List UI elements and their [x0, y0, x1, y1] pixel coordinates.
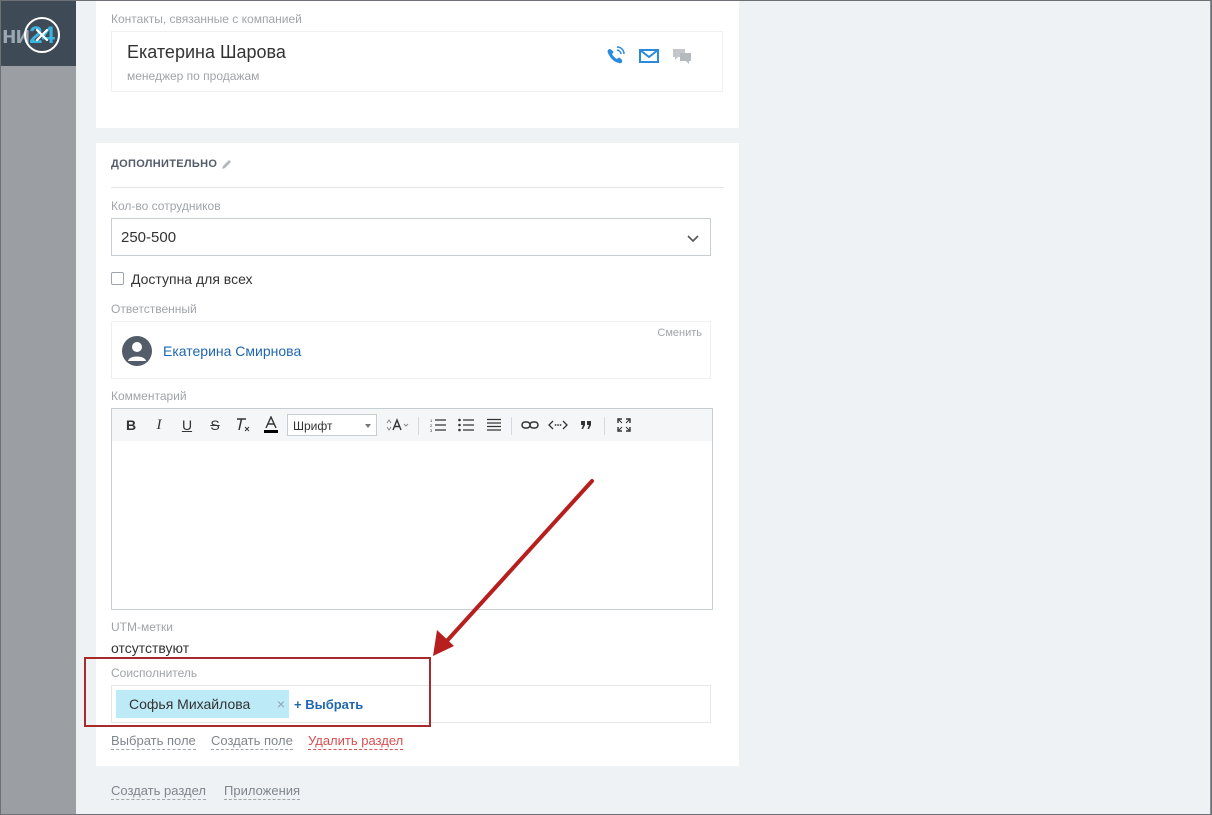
text-color-button[interactable] [260, 409, 282, 441]
link-button[interactable] [518, 409, 542, 441]
fullscreen-icon [617, 418, 631, 432]
comment-label: Комментарий [111, 389, 187, 403]
ordered-list-button[interactable]: 1 2 3 [426, 409, 450, 441]
clear-format-button[interactable] [232, 409, 254, 441]
comment-editor: B I U S Шрифт 1 2 3 [111, 408, 713, 610]
edit-pencil-icon[interactable] [221, 158, 233, 170]
change-responsible-link[interactable]: Сменить [657, 327, 702, 339]
contacts-header: Контакты, связанные с компанией [111, 12, 302, 26]
code-button[interactable] [546, 409, 570, 441]
user-icon [128, 342, 146, 361]
contact-role: менеджер по продажам [127, 69, 260, 83]
fullscreen-button[interactable] [612, 409, 636, 441]
phone-icon[interactable] [604, 46, 626, 66]
create-field-link[interactable]: Создать поле [211, 733, 293, 750]
quote-button[interactable] [574, 409, 598, 441]
quote-icon [581, 421, 591, 429]
strikethrough-button[interactable]: S [206, 409, 224, 441]
font-size-button[interactable] [384, 409, 412, 441]
responsible-label: Ответственный [111, 302, 197, 316]
create-section-link[interactable]: Создать раздел [111, 783, 206, 800]
comment-textarea[interactable] [112, 441, 712, 609]
remove-tag-icon[interactable]: × [277, 696, 285, 712]
responsible-box: Екатерина Смирнова Сменить [111, 321, 711, 379]
chat-icon[interactable] [671, 46, 693, 66]
additional-section: ДОПОЛНИТЕЛЬНО Кол-во сотрудников 250-500… [96, 143, 739, 766]
font-select[interactable]: Шрифт [287, 414, 377, 436]
align-button[interactable] [482, 409, 506, 441]
bullet-list-icon [458, 418, 474, 432]
section-title: ДОПОЛНИТЕЛЬНО [111, 158, 218, 170]
font-size-icon [386, 418, 409, 431]
employees-label: Кол-во сотрудников [111, 199, 221, 213]
avatar [122, 336, 152, 366]
editor-toolbar: B I U S Шрифт 1 2 3 [112, 409, 712, 441]
contact-card: Екатерина Шарова менеджер по продажам [111, 31, 723, 92]
font-select-value: Шрифт [293, 419, 333, 433]
employees-select[interactable]: 250-500 [111, 218, 711, 256]
responsible-name[interactable]: Екатерина Смирнова [163, 343, 301, 359]
available-label[interactable]: Доступна для всех [131, 271, 253, 287]
underline-button[interactable]: U [178, 409, 196, 441]
clear-format-icon [237, 418, 250, 432]
available-checkbox[interactable] [111, 272, 124, 285]
link-icon [521, 421, 539, 429]
coexecutor-label: Соисполнитель [111, 666, 198, 680]
align-justify-icon [487, 418, 501, 431]
font-select-arrow-icon [365, 424, 371, 428]
toolbar-separator [418, 417, 419, 435]
toolbar-separator [604, 417, 605, 435]
bold-button[interactable]: B [122, 409, 140, 441]
section-divider [111, 187, 724, 188]
delete-section-link[interactable]: Удалить раздел [308, 733, 404, 750]
text-color-icon [264, 416, 278, 433]
svg-text:3: 3 [430, 428, 433, 432]
applications-link[interactable]: Приложения [224, 783, 301, 800]
chevron-down-icon [687, 235, 699, 243]
choose-coexecutor-link[interactable]: + Выбрать [294, 697, 363, 712]
background-overlay [0, 0, 76, 815]
ordered-list-icon: 1 2 3 [430, 418, 446, 432]
employees-value: 250-500 [121, 229, 177, 246]
utm-label: UTM-метки [111, 620, 173, 634]
coexecutor-tag: Софья Михайлова × [116, 690, 289, 718]
italic-button[interactable]: I [150, 409, 168, 441]
toolbar-separator [511, 417, 512, 435]
coexecutor-tag-name: Софья Михайлова [129, 696, 251, 712]
code-icon [548, 420, 568, 430]
select-field-link[interactable]: Выбрать поле [111, 733, 196, 750]
contacts-section: Контакты, связанные с компанией Екатерин… [96, 0, 739, 128]
contact-name[interactable]: Екатерина Шарова [127, 42, 286, 63]
company-slider: Контакты, связанные с компанией Екатерин… [76, 0, 1210, 815]
close-icon [35, 28, 49, 42]
bullet-list-button[interactable] [454, 409, 478, 441]
close-button[interactable] [24, 17, 60, 53]
coexecutor-field: Софья Михайлова × + Выбрать [111, 685, 711, 723]
email-icon[interactable] [638, 46, 660, 66]
utm-value: отсутствуют [111, 640, 190, 656]
